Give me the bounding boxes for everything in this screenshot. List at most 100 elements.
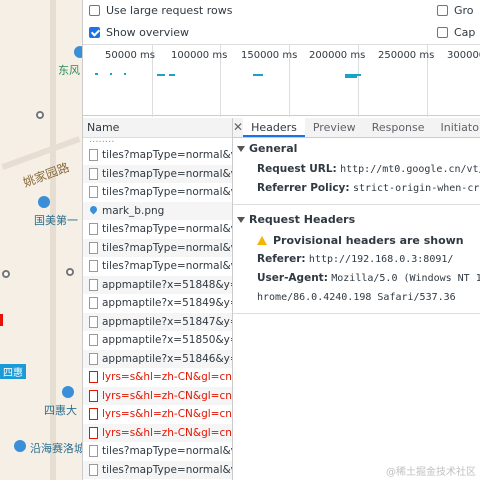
divider	[233, 313, 480, 314]
general-section: General Request URL: http://mt0.google.c…	[233, 138, 480, 198]
request-name: lyrs=s&hl=zh-CN&gl=cn&x	[102, 389, 232, 402]
request-headers-section: Request Headers Provisional headers are …	[233, 209, 480, 307]
map-label: 东风	[58, 64, 80, 77]
timeline-overview[interactable]: 50000 ms 100000 ms 150000 ms 200000 ms 2…	[83, 44, 480, 117]
timeline-bar	[124, 73, 126, 75]
request-row[interactable]: tiles?mapType=normal&v=	[83, 220, 232, 239]
user-agent-value: Mozilla/5.0 (Windows NT 10	[331, 273, 480, 284]
capture-checkbox[interactable]	[437, 26, 448, 38]
timeline-bar	[253, 74, 263, 76]
request-name: tiles?mapType=normal&v=	[102, 149, 232, 162]
request-row[interactable]: appmaptile?x=51848&y=26	[83, 275, 232, 294]
request-row[interactable]: lyrs=s&hl=zh-CN&gl=cn&x	[83, 423, 232, 442]
watermark: @稀土掘金技术社区	[386, 467, 476, 478]
document-file-icon	[89, 352, 98, 365]
request-row[interactable]: tiles?mapType=normal&v=	[83, 146, 232, 165]
user-agent-key: User-Agent:	[257, 272, 328, 284]
request-row[interactable]: tiles?mapType=normal&v=	[83, 257, 232, 276]
warning-icon	[257, 236, 267, 245]
large-rows-option[interactable]: Use large request rows	[89, 1, 232, 19]
request-url-value: http://mt0.google.cn/vt/l	[340, 164, 480, 175]
request-name: lyrs=s&hl=zh-CN&gl=cn&x	[102, 371, 232, 384]
request-row[interactable]: lyrs=s&hl=zh-CN&gl=cn&x	[83, 386, 232, 405]
show-overview-label: Show overview	[106, 25, 190, 39]
document-file-icon	[89, 223, 98, 236]
referer-value: http://192.168.0.3:8091/	[308, 254, 454, 265]
timeline-bar	[95, 73, 98, 75]
map-road	[1, 136, 81, 170]
document-file-icon	[89, 445, 98, 458]
show-overview-option[interactable]: Show overview	[89, 23, 189, 41]
request-row[interactable]: appmaptile?x=51847&y=26	[83, 312, 232, 331]
document-file-icon	[89, 315, 98, 328]
document-file-icon	[89, 278, 98, 291]
timeline-tick-label: 50000 ms	[105, 50, 155, 61]
poi-marker-icon[interactable]	[38, 196, 50, 208]
request-headers-title: Request Headers	[249, 213, 356, 226]
timeline-bar	[110, 73, 112, 75]
tab-response[interactable]: Response	[364, 118, 433, 137]
expand-triangle-icon[interactable]	[237, 146, 245, 152]
close-icon[interactable]: ✕	[233, 118, 243, 137]
request-url-key: Request URL:	[257, 163, 337, 175]
map-panel[interactable]: 东风 姚家园路 国美第一 四惠 四惠大 沿海赛洛城	[0, 0, 82, 480]
request-row[interactable]: tiles?mapType=normal&v=	[83, 183, 232, 202]
request-name: tiles?mapType=normal&v=	[102, 260, 232, 273]
large-rows-checkbox[interactable]	[89, 4, 100, 16]
referrer-policy-key: Referrer Policy:	[257, 182, 350, 194]
request-row[interactable]: appmaptile?x=51850&y=26	[83, 331, 232, 350]
request-name: appmaptile?x=51848&y=26	[102, 278, 232, 291]
group-option[interactable]: Gro	[437, 1, 474, 19]
capture-option[interactable]: Cap	[437, 23, 475, 41]
request-row[interactable]: appmaptile?x=51849&y=26	[83, 294, 232, 313]
general-section-title[interactable]: General	[237, 138, 480, 160]
request-headers-section-title[interactable]: Request Headers	[237, 209, 480, 231]
request-row[interactable]: tiles?mapType=normal&v=	[83, 460, 232, 479]
timeline-tick-label: 100000 ms	[171, 50, 228, 61]
details-tabs: ✕ Headers Preview Response Initiator	[233, 118, 480, 138]
poi-marker-icon[interactable]	[62, 386, 74, 398]
capture-label: Cap	[454, 25, 476, 39]
map-marker	[0, 314, 3, 326]
expand-triangle-icon[interactable]	[237, 217, 245, 223]
request-name: appmaptile?x=51849&y=26	[102, 297, 232, 310]
provisional-warning-text: Provisional headers are shown	[273, 234, 464, 247]
document-file-icon	[89, 463, 98, 476]
map-label: 四惠	[0, 364, 26, 379]
provisional-warning: Provisional headers are shown	[237, 231, 480, 250]
request-list[interactable]: Name ........ tiles?mapType=normal&v= til…	[83, 118, 233, 480]
request-row[interactable]: mark_b.png	[83, 201, 232, 220]
request-row[interactable]: lyrs=s&hl=zh-CN&gl=cn&x	[83, 368, 232, 387]
document-file-icon	[89, 389, 98, 402]
tab-headers[interactable]: Headers	[243, 118, 305, 137]
referer-row: Referer: http://192.168.0.3:8091/	[237, 250, 480, 269]
name-column-header[interactable]: Name	[83, 118, 232, 138]
timeline-bar	[345, 76, 357, 78]
document-file-icon	[89, 408, 98, 421]
request-row[interactable]: lyrs=s&hl=zh-CN&gl=cn&x	[83, 405, 232, 424]
poi-marker-icon[interactable]	[74, 46, 82, 58]
referer-key: Referer:	[257, 253, 306, 265]
request-name: tiles?mapType=normal&v=	[102, 463, 232, 476]
document-file-icon	[89, 297, 98, 310]
timeline-bar	[157, 74, 165, 76]
image-file-icon	[89, 205, 98, 217]
request-row[interactable]: tiles?mapType=normal&v=	[83, 164, 232, 183]
poi-marker-icon[interactable]	[14, 440, 26, 452]
request-row[interactable]: tiles?mapType=normal&v=	[83, 238, 232, 257]
devtools-network-panel: Use large request rows Show overview Gro…	[82, 0, 480, 480]
group-checkbox[interactable]	[437, 4, 448, 16]
request-name: tiles?mapType=normal&v=	[102, 241, 232, 254]
document-file-icon	[89, 186, 98, 199]
user-agent-row: User-Agent: Mozilla/5.0 (Windows NT 10	[237, 269, 480, 288]
request-name: lyrs=s&hl=zh-CN&gl=cn&x	[102, 426, 232, 439]
request-row[interactable]: appmaptile?x=51846&y=26	[83, 349, 232, 368]
map-label: 沿海赛洛城	[30, 442, 82, 455]
divider	[233, 204, 480, 205]
show-overview-checkbox[interactable]	[89, 26, 100, 38]
request-row[interactable]: tiles?mapType=normal&v=	[83, 442, 232, 461]
tab-preview[interactable]: Preview	[305, 118, 364, 137]
map-label: 国美第一	[34, 214, 78, 227]
tab-initiator[interactable]: Initiator	[433, 118, 480, 137]
map-label: 姚家园路	[21, 160, 72, 190]
